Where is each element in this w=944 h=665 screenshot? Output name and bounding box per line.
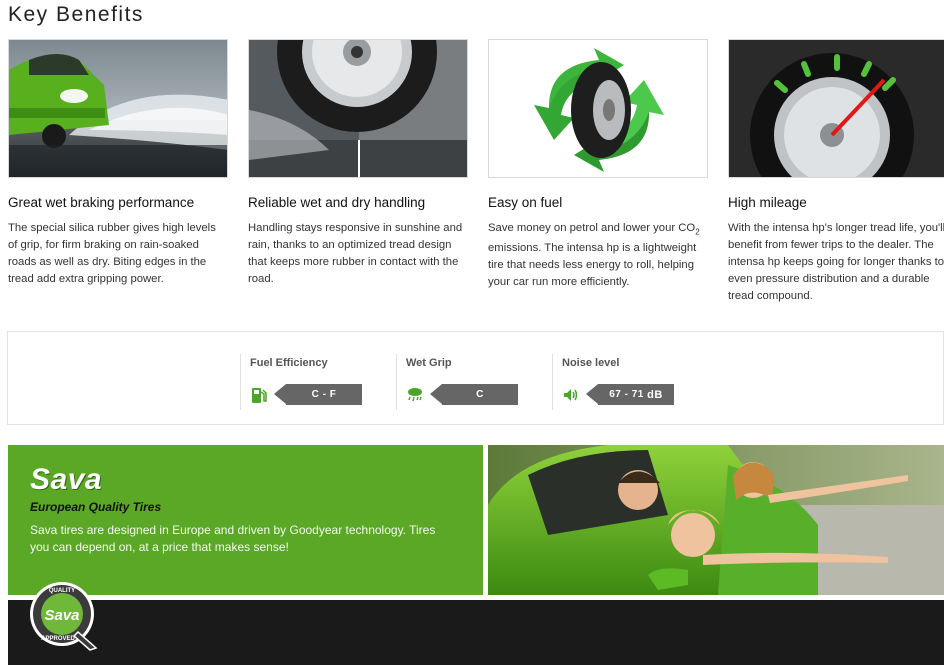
brand-logo: Sava [30, 463, 103, 496]
label-noise-title: Noise level [562, 357, 620, 369]
benefit-title: High mileage [728, 195, 807, 210]
seal-top-text: QUALITY [49, 588, 75, 594]
speaker-icon [562, 386, 580, 404]
benefit-title: Easy on fuel [488, 195, 563, 210]
benefit-wet-braking: Great wet braking performance The specia… [8, 39, 228, 288]
quality-approved-seal: Sava QUALITY APPROVED [28, 580, 100, 652]
fuel-rating-tag: C - F [274, 384, 362, 405]
tire-recycle-arrows-image [488, 39, 708, 178]
label-fuel-efficiency: Fuel Efficiency C - F [240, 354, 362, 410]
benefit-fuel: Easy on fuel Save money on petrol and lo… [488, 39, 708, 291]
label-wet-title: Wet Grip [406, 357, 452, 369]
rain-cloud-icon [406, 386, 424, 404]
happy-people-car-image [488, 445, 944, 595]
sava-promo-panel: Sava European Quality Tires Sava tires a… [8, 445, 483, 595]
brand-tagline: European Quality Tires [30, 500, 162, 514]
page-title: Key Benefits [8, 3, 144, 26]
benefit-text: With the intensa hp's longer tread life,… [728, 222, 944, 302]
car-wet-road-image [8, 39, 228, 178]
wet-grip-rating-tag: C [430, 384, 518, 405]
noise-value: 67 - 71 [609, 389, 644, 400]
tire-gauge-image [728, 39, 944, 178]
footer-bar [8, 600, 944, 665]
label-fuel-title: Fuel Efficiency [250, 357, 328, 369]
brand-description: Sava tires are designed in Europe and dr… [30, 523, 436, 554]
benefit-title: Reliable wet and dry handling [248, 195, 426, 210]
benefit-text: Save money on petrol and lower your CO2 … [488, 222, 700, 289]
tire-wet-dry-image [248, 39, 468, 178]
fuel-pump-icon [250, 386, 268, 404]
benefit-mileage: High mileage With the intensa hp's longe… [728, 39, 944, 305]
benefit-text: Handling stays responsive in sunshine an… [248, 222, 463, 285]
noise-rating-tag: 67 - 71 dB [586, 384, 674, 405]
seal-brand: Sava [44, 607, 79, 624]
seal-bottom-text: APPROVED [41, 636, 75, 642]
label-wet-grip: Wet Grip C [396, 354, 518, 410]
benefit-text: The special silica rubber gives high lev… [8, 222, 216, 285]
benefit-handling: Reliable wet and dry handling Handling s… [248, 39, 468, 288]
noise-unit: dB [647, 388, 663, 401]
label-noise-level: Noise level 67 - 71 dB [552, 354, 674, 410]
benefit-title: Great wet braking performance [8, 195, 195, 210]
